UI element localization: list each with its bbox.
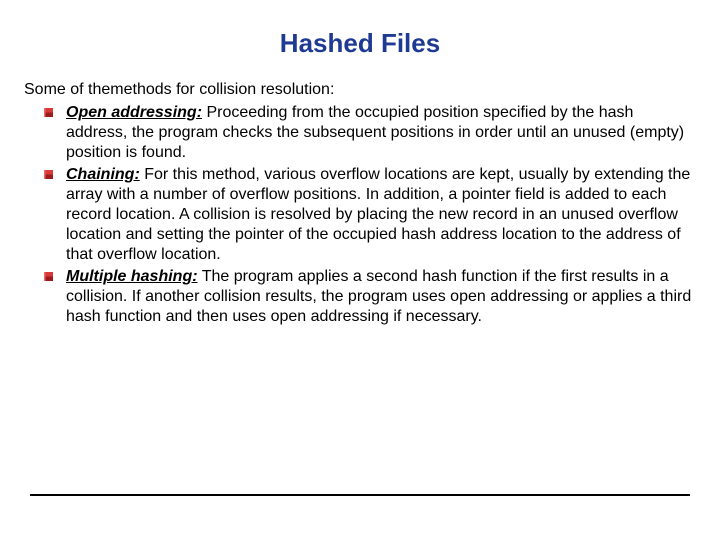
bullet-icon bbox=[44, 108, 53, 117]
list-item: Open addressing: Proceeding from the occ… bbox=[44, 103, 692, 163]
slide-title: Hashed Files bbox=[28, 28, 692, 59]
bullet-icon bbox=[44, 170, 53, 179]
methods-list: Open addressing: Proceeding from the occ… bbox=[28, 103, 692, 327]
intro-text: Some of themethods for collision resolut… bbox=[24, 81, 692, 99]
bullet-icon bbox=[44, 272, 53, 281]
term-label: Multiple hashing: bbox=[66, 268, 198, 285]
term-desc: For this method, various overflow locati… bbox=[66, 166, 690, 263]
term-label: Chaining: bbox=[66, 166, 140, 183]
list-item: Chaining: For this method, various overf… bbox=[44, 165, 692, 265]
slide: Hashed Files Some of themethods for coll… bbox=[0, 0, 720, 540]
list-item: Multiple hashing: The program applies a … bbox=[44, 267, 692, 327]
term-label: Open addressing: bbox=[66, 104, 202, 121]
footer-divider bbox=[30, 494, 690, 496]
